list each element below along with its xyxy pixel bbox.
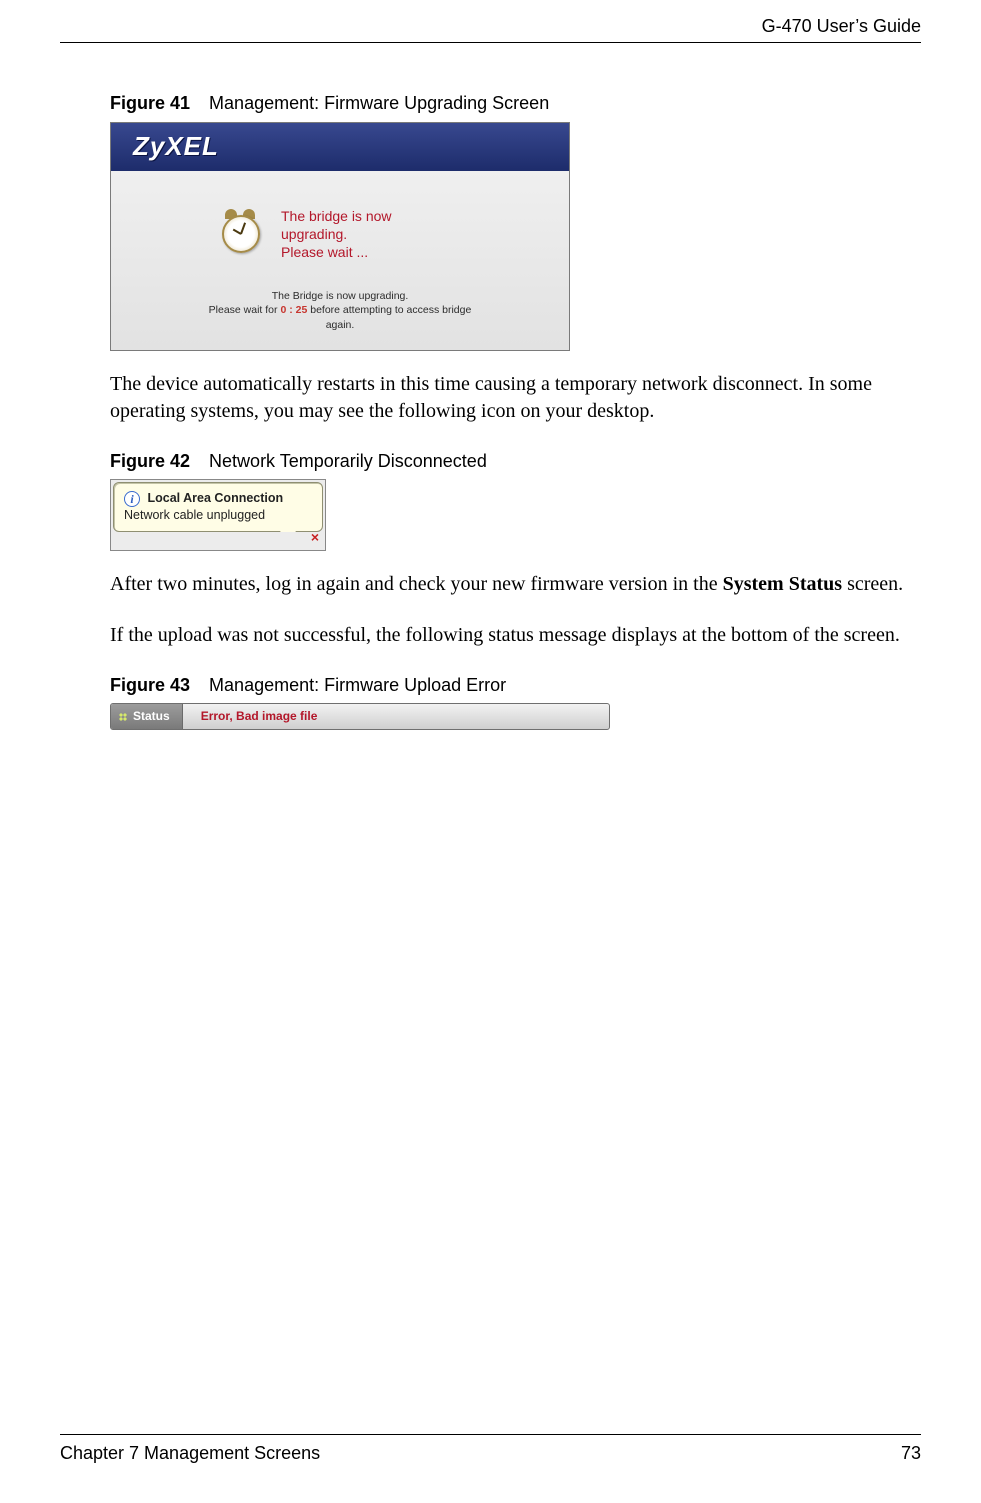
taskbar-strip: × (113, 532, 323, 548)
info-icon: i (124, 491, 140, 507)
balloon-title: Local Area Connection (147, 491, 283, 505)
balloon-body: Network cable unplugged (124, 507, 312, 524)
upgrade-detail-line2: Please wait for 0 : 25 before attempting… (129, 303, 551, 317)
figure43-statusbar: Status Error, Bad image file (110, 703, 610, 730)
status-error-text: Error, Bad image file (183, 708, 318, 724)
guide-title: G-470 User’s Guide (762, 16, 921, 36)
zyxel-banner: ZyXEL (111, 123, 569, 171)
figure43-title: Management: Firmware Upload Error (209, 675, 506, 695)
upgrade-msg-line3: Please wait ... (281, 243, 392, 261)
system-status-ref: System Status (723, 573, 842, 595)
zyxel-logo: ZyXEL (133, 129, 219, 164)
status-label-text: Status (133, 708, 170, 724)
upgrade-msg-line2: upgrading. (281, 225, 392, 243)
upgrade-message: The bridge is now upgrading. Please wait… (281, 207, 392, 262)
wait-time: 0 : 25 (280, 304, 307, 316)
page-footer: Chapter 7 Management Screens 73 (60, 1434, 921, 1465)
figure41-number: Figure 41 (110, 93, 190, 113)
figure42-title: Network Temporarily Disconnected (209, 451, 487, 471)
clock-icon (219, 212, 263, 256)
upgrade-panel: The bridge is now upgrading. Please wait… (111, 171, 569, 350)
figure42-screenshot: i Local Area Connection Network cable un… (110, 479, 326, 551)
upgrade-detail: The Bridge is now upgrading. Please wait… (129, 289, 551, 332)
paragraph-3: If the upload was not successful, the fo… (110, 622, 921, 649)
figure43-caption: Figure 43 Management: Firmware Upload Er… (110, 673, 921, 697)
figure43-number: Figure 43 (110, 675, 190, 695)
figure42-number: Figure 42 (110, 451, 190, 471)
chapter-label: Chapter 7 Management Screens (60, 1441, 320, 1465)
upgrade-detail-line3: again. (129, 318, 551, 332)
figure42-caption: Figure 42 Network Temporarily Disconnect… (110, 449, 921, 473)
page-content: Figure 41 Management: Firmware Upgrading… (60, 43, 921, 730)
status-label-chip: Status (111, 704, 183, 729)
network-disconnected-icon: × (311, 528, 319, 547)
upgrade-detail-line1: The Bridge is now upgrading. (129, 289, 551, 303)
paragraph-1: The device automatically restarts in thi… (110, 371, 921, 425)
status-dots-icon (119, 713, 127, 721)
paragraph-2: After two minutes, log in again and chec… (110, 571, 921, 598)
figure41-screenshot: ZyXEL The bridge is now upgrading. Plea (110, 122, 570, 351)
figure41-caption: Figure 41 Management: Firmware Upgrading… (110, 91, 921, 115)
p2-part-a: After two minutes, log in again and chec… (110, 573, 723, 595)
p2-part-b: screen. (842, 573, 903, 595)
page-header: G-470 User’s Guide (60, 14, 921, 43)
page-number: 73 (901, 1441, 921, 1465)
wait-prefix: Please wait for (209, 304, 281, 316)
upgrade-msg-line1: The bridge is now (281, 207, 392, 225)
figure41-title: Management: Firmware Upgrading Screen (209, 93, 549, 113)
tooltip-balloon: i Local Area Connection Network cable un… (113, 482, 323, 532)
wait-suffix: before attempting to access bridge (307, 304, 471, 316)
